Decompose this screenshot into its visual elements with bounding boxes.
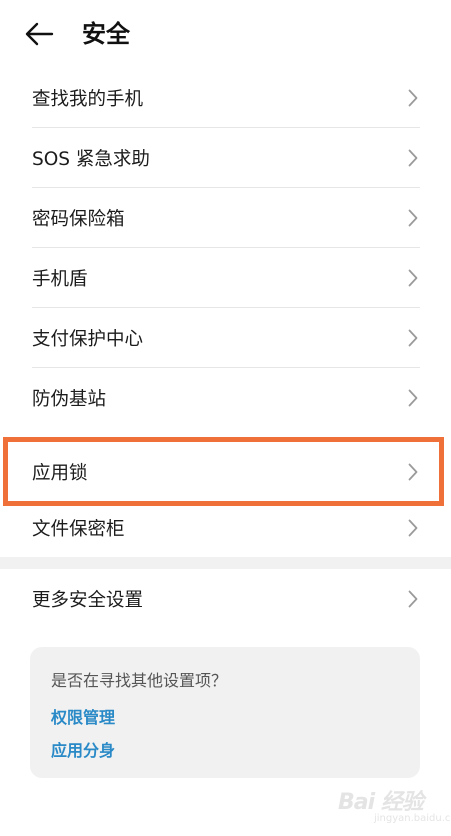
page-title: 安全	[82, 20, 130, 48]
watermark-url: jingyan.baidu.com	[374, 813, 451, 824]
back-button[interactable]	[22, 16, 62, 52]
link-app-twin[interactable]: 应用分身	[51, 737, 115, 761]
menu-item-file-safe[interactable]: 文件保密柜	[0, 498, 451, 558]
menu-item-label: 查找我的手机	[32, 89, 144, 110]
menu-item-label: 应用锁	[32, 462, 88, 484]
security-settings-screen: 安全 查找我的手机 SOS 紧急求助 密码保险箱 手机盾 支付保护中心 防伪基站…	[0, 0, 451, 836]
menu-item-sos[interactable]: SOS 紧急求助	[0, 128, 451, 188]
menu-item-label: 支付保护中心	[32, 329, 144, 350]
menu-item-label: 密码保险箱	[32, 209, 125, 230]
chevron-right-icon	[408, 329, 418, 347]
menu-item-phone-shield[interactable]: 手机盾	[0, 248, 451, 308]
watermark-logo-text: Bai 经验	[338, 790, 424, 815]
chevron-right-icon	[408, 590, 418, 608]
menu-item-label: 防伪基站	[32, 389, 107, 410]
suggestion-question: 是否在寻找其他设置项？	[51, 671, 228, 690]
menu-item-label: 更多安全设置	[32, 590, 144, 611]
menu-item-more-security-settings[interactable]: 更多安全设置	[0, 569, 451, 629]
menu-item-payment-protection[interactable]: 支付保护中心	[0, 308, 451, 368]
section-separator	[0, 557, 451, 569]
menu-item-find-my-phone[interactable]: 查找我的手机	[0, 68, 451, 128]
chevron-right-icon	[408, 149, 418, 167]
menu-item-label: 文件保密柜	[32, 519, 125, 540]
chevron-right-icon	[408, 269, 418, 287]
chevron-right-icon	[408, 89, 418, 107]
menu-item-app-lock[interactable]: 应用锁	[0, 437, 451, 506]
menu-item-label: SOS 紧急求助	[32, 149, 150, 170]
menu-item-password-vault[interactable]: 密码保险箱	[0, 188, 451, 248]
arrow-left-icon	[25, 22, 54, 46]
link-permission-management[interactable]: 权限管理	[51, 704, 115, 728]
chevron-right-icon	[408, 389, 418, 407]
chevron-right-icon	[408, 209, 418, 227]
app-header: 安全	[0, 0, 451, 70]
baidu-watermark: Bai 经验 jingyan.baidu.com	[338, 784, 451, 830]
menu-item-fake-base-station[interactable]: 防伪基站	[0, 368, 451, 428]
menu-item-label: 手机盾	[32, 269, 88, 290]
chevron-right-icon	[408, 463, 418, 480]
suggestion-card: 是否在寻找其他设置项？ 权限管理 应用分身	[30, 647, 420, 778]
chevron-right-icon	[408, 519, 418, 537]
